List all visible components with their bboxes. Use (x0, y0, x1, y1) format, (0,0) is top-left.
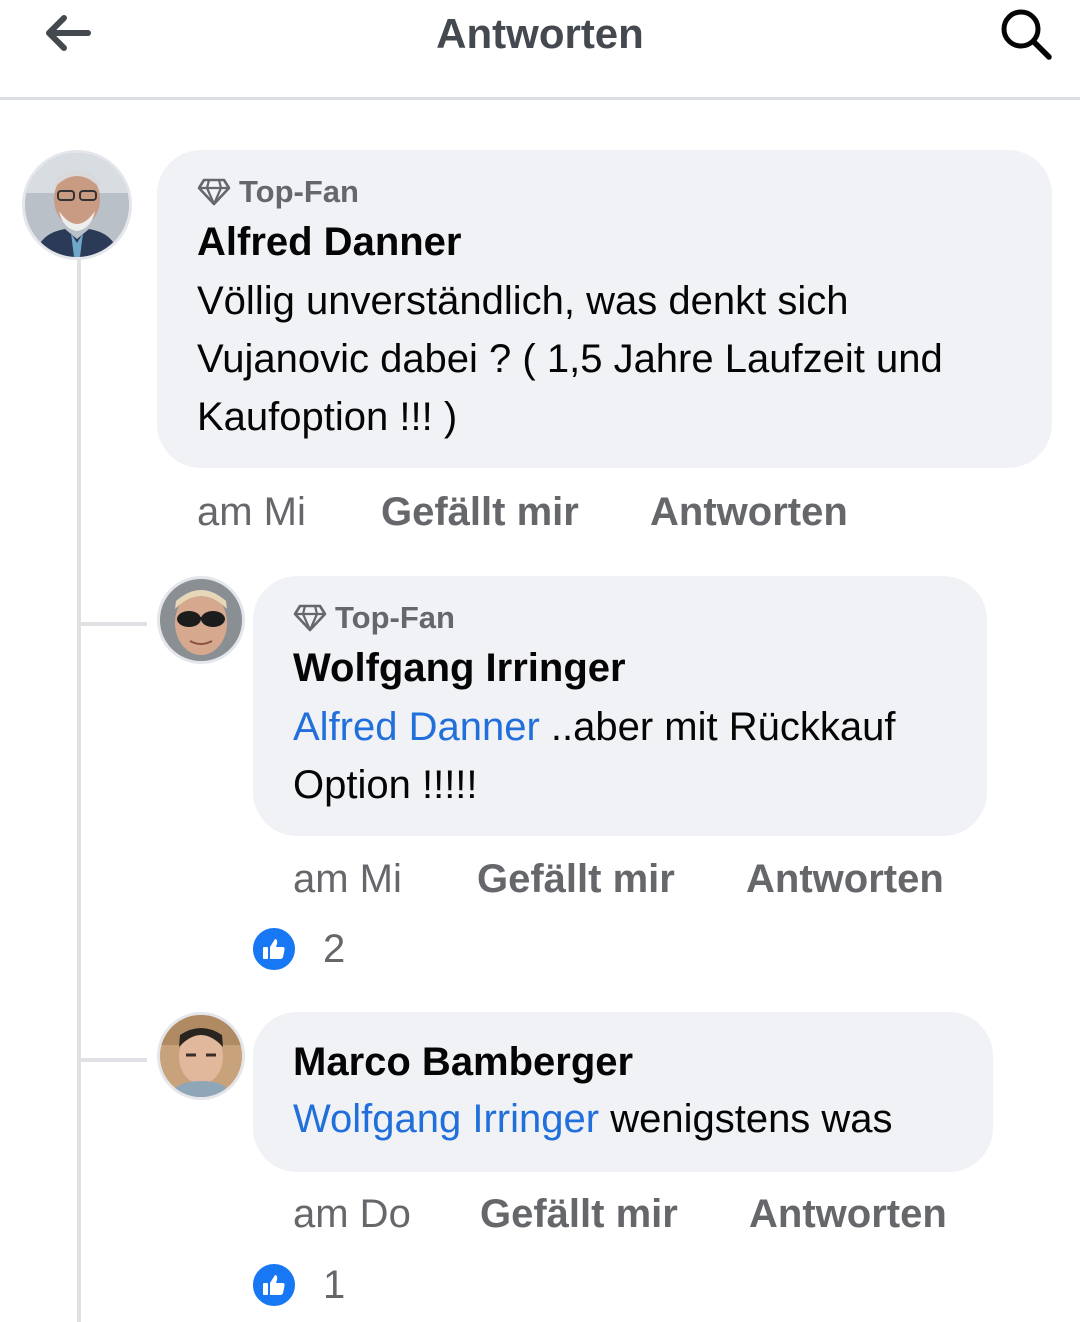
like-button[interactable]: Gefällt mir (381, 490, 579, 535)
reply-button[interactable]: Antworten (650, 490, 848, 535)
comment-text: Alfred Danner ..aber mit Rückkauf Option… (293, 698, 973, 814)
top-fan-badge: Top-Fan (197, 174, 359, 210)
comment-text-line: Völlig unverständlich, was denkt sich (197, 279, 849, 323)
comment-text: Wolfgang Irringer wenigstens was (293, 1090, 983, 1148)
reaction-count: 2 (323, 926, 346, 971)
badge-label: Top-Fan (239, 174, 359, 209)
comment-bubble[interactable]: Top-Fan Alfred Danner Völlig unverständl… (157, 150, 1052, 468)
like-button[interactable]: Gefällt mir (480, 1192, 678, 1237)
avatar[interactable] (157, 1012, 245, 1100)
comment-bubble[interactable]: Top-Fan Wolfgang Irringer Alfred Danner … (253, 576, 987, 836)
diamond-icon (197, 178, 231, 206)
diamond-icon (293, 604, 327, 632)
avatar[interactable] (157, 576, 245, 664)
comment-actions: am Mi Gefällt mir Antworten (197, 490, 897, 540)
search-button[interactable] (996, 4, 1056, 64)
avatar-image (25, 153, 129, 257)
comment-text-line: Option !!!!! (293, 763, 478, 807)
reaction-summary[interactable]: 2 (251, 926, 345, 972)
reaction-summary[interactable]: 1 (251, 1262, 345, 1308)
mention-link[interactable]: Alfred Danner (293, 705, 540, 749)
top-bar: Antworten (0, 0, 1080, 100)
comment-author[interactable]: Marco Bamberger (293, 1040, 633, 1085)
comment-bubble[interactable]: Marco Bamberger Wolfgang Irringer wenigs… (253, 1012, 993, 1172)
reply-button[interactable]: Antworten (749, 1192, 947, 1237)
comment-text-fragment: wenigstens was (599, 1097, 893, 1141)
comment-timestamp[interactable]: am Do (293, 1192, 411, 1237)
search-icon (1001, 9, 1052, 60)
comment-text: Völlig unverständlich, was denkt sich Vu… (197, 272, 1037, 446)
badge-label: Top-Fan (335, 600, 455, 635)
thumbs-up-icon (263, 939, 285, 959)
comment-text-line: Kaufoption !!! ) (197, 395, 458, 439)
comment-author[interactable]: Wolfgang Irringer (293, 646, 626, 691)
comment-timestamp[interactable]: am Mi (197, 490, 306, 535)
reply-button[interactable]: Antworten (746, 857, 944, 902)
avatar[interactable] (22, 150, 132, 260)
like-reaction-icon (251, 926, 297, 972)
comment-actions: am Mi Gefällt mir Antworten (293, 857, 993, 907)
like-reaction-icon (251, 1262, 297, 1308)
thumbs-up-icon (263, 1275, 285, 1295)
thread-branch (81, 622, 147, 626)
avatar-image (160, 579, 242, 661)
comment-text-line: Alfred Danner ..aber mit Rückkauf (293, 698, 973, 756)
comment-actions: am Do Gefällt mir Antworten (293, 1192, 993, 1242)
mention-link[interactable]: Wolfgang Irringer (293, 1097, 599, 1141)
comment-timestamp[interactable]: am Mi (293, 857, 402, 902)
thread-line (77, 255, 81, 1322)
reaction-count: 1 (323, 1262, 346, 1307)
comment-text-fragment: ..aber mit Rückkauf (539, 705, 896, 749)
thread-branch (81, 1058, 147, 1062)
page-title: Antworten (436, 10, 644, 57)
comment-text-line: Wolfgang Irringer wenigstens was (293, 1090, 983, 1148)
comment-text-line: Vujanovic dabei ? ( 1,5 Jahre Laufzeit u… (197, 337, 943, 381)
top-fan-badge: Top-Fan (293, 600, 455, 636)
comment-author[interactable]: Alfred Danner (197, 220, 462, 265)
avatar-image (160, 1015, 242, 1097)
like-button[interactable]: Gefällt mir (477, 857, 675, 902)
